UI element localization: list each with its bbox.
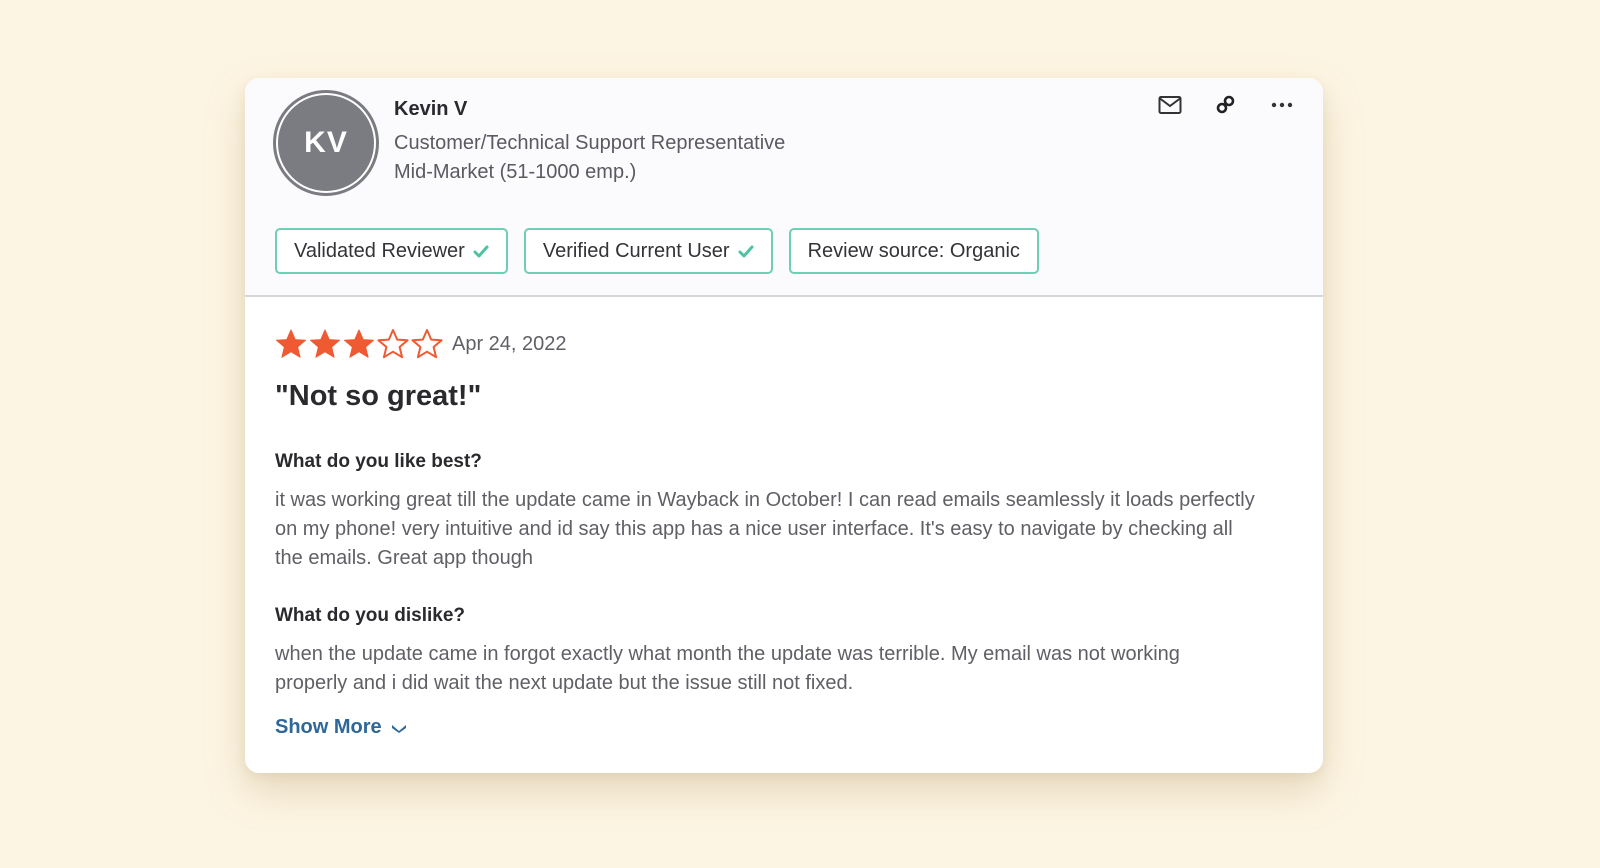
question-dislike: What do you dislike? bbox=[275, 605, 466, 626]
chevron-down-icon bbox=[391, 724, 406, 733]
show-more-link[interactable]: Show More bbox=[275, 716, 408, 739]
star-empty-icon bbox=[411, 329, 443, 359]
star-filled-icon bbox=[276, 329, 306, 358]
review-title: "Not so great!" bbox=[275, 380, 482, 412]
badge-list: Validated Reviewer Verified Current User… bbox=[275, 228, 1039, 274]
answer-dislike: when the update came in forgot exactly w… bbox=[275, 643, 1180, 694]
avatar-initials: KV bbox=[304, 126, 348, 159]
badge-review-source: Review source: Organic bbox=[788, 228, 1039, 274]
reviewer-segment: Mid-Market (51-1000 emp.) bbox=[394, 161, 637, 183]
more-horizontal-icon bbox=[1271, 102, 1293, 108]
star-empty-icon bbox=[377, 329, 409, 359]
review-card: KV Kevin V Customer/Technical Support Re… bbox=[245, 78, 1323, 773]
reviewer-role: Customer/Technical Support Representativ… bbox=[394, 132, 786, 154]
show-more-label: Show More bbox=[275, 716, 382, 738]
link-button[interactable] bbox=[1213, 92, 1239, 118]
header-actions bbox=[1157, 92, 1295, 118]
reviewer-name: Kevin V bbox=[394, 98, 468, 120]
check-icon bbox=[738, 245, 754, 258]
review-date: Apr 24, 2022 bbox=[452, 332, 567, 355]
star-filled-icon bbox=[310, 329, 340, 358]
question-like-best: What do you like best? bbox=[275, 451, 482, 472]
badge-label: Validated Reviewer bbox=[294, 239, 465, 262]
star-filled-icon bbox=[344, 329, 374, 358]
badge-verified-current-user: Verified Current User bbox=[523, 228, 773, 274]
star-rating bbox=[275, 328, 443, 360]
link-icon bbox=[1216, 95, 1235, 114]
reviewer-header: KV Kevin V Customer/Technical Support Re… bbox=[245, 78, 1323, 297]
badge-validated-reviewer: Validated Reviewer bbox=[275, 228, 508, 274]
rating-row: Apr 24, 2022 bbox=[275, 328, 567, 360]
more-options-button[interactable] bbox=[1269, 92, 1295, 118]
badge-label: Verified Current User bbox=[542, 239, 730, 262]
answer-like-best: it was working great till the update cam… bbox=[275, 489, 1255, 569]
check-icon bbox=[473, 245, 489, 258]
badge-label: Review source: Organic bbox=[807, 239, 1020, 262]
envelope-icon bbox=[1158, 96, 1182, 114]
avatar: KV bbox=[273, 90, 379, 196]
email-button[interactable] bbox=[1157, 92, 1183, 118]
